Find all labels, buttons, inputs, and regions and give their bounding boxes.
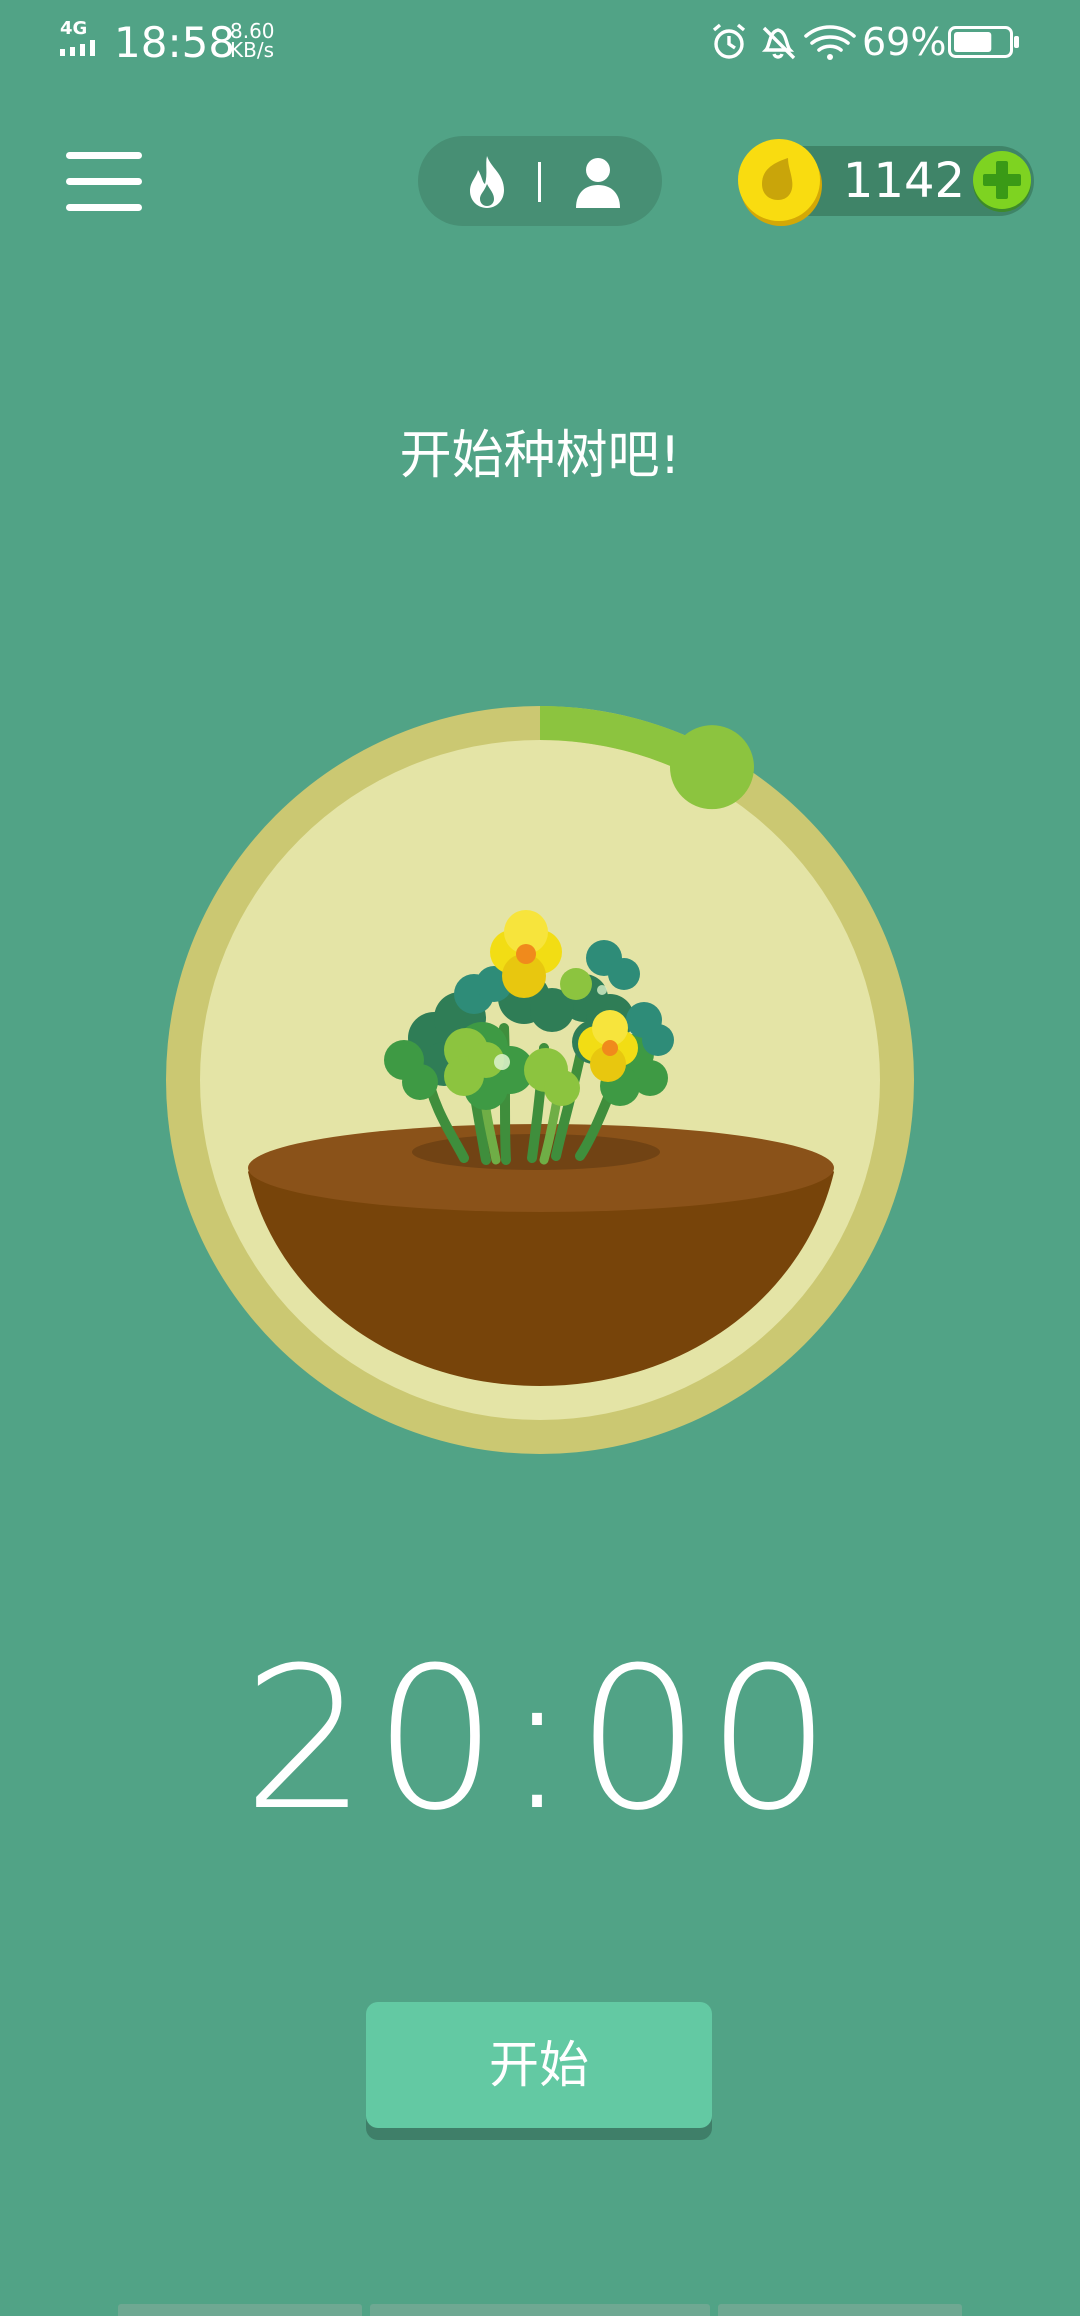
- bottom-tab[interactable]: [718, 2304, 962, 2316]
- tree-timer-dial[interactable]: [164, 698, 916, 1458]
- bottom-tab-strip: [118, 2304, 962, 2316]
- plant-prompt: 开始种树吧!: [399, 426, 681, 486]
- forest-app-screen: 4G 18:58 8.60 KB/s 69% 1142 开始种树吧! 20:00…: [0, 0, 1080, 2316]
- mute-icon: [761, 26, 796, 60]
- menu-line: [66, 204, 142, 211]
- network-type: 4G: [60, 18, 88, 39]
- timer-display[interactable]: 20:00: [0, 1630, 1080, 1850]
- network-speed: 8.60 KB/s: [230, 21, 275, 62]
- menu-line: [66, 152, 142, 159]
- menu-line: [66, 178, 142, 185]
- menu-button[interactable]: [62, 148, 146, 214]
- start-button[interactable]: 开始: [366, 2002, 712, 2128]
- signal-icon: [60, 40, 95, 56]
- plus-icon[interactable]: [972, 150, 1032, 212]
- network-speed-unit: KB/s: [230, 38, 274, 62]
- progress-knob[interactable]: [669, 725, 754, 810]
- battery-icon: [948, 26, 1019, 58]
- coin-icon: [738, 139, 822, 226]
- clock-time: 18:58: [114, 18, 236, 67]
- alarm-icon: [712, 23, 746, 59]
- battery-percent: 69%: [862, 20, 947, 64]
- fire-icon[interactable]: [458, 154, 516, 210]
- mode-divider: [538, 162, 541, 202]
- bottom-tab[interactable]: [370, 2304, 710, 2316]
- person-icon[interactable]: [570, 154, 626, 210]
- status-icons: [712, 23, 856, 60]
- status-bar: 4G 18:58 8.60 KB/s 69%: [0, 0, 1080, 84]
- bottom-tab[interactable]: [118, 2304, 362, 2316]
- coin-count: 1142: [842, 153, 966, 209]
- mode-toggle: [418, 136, 662, 226]
- wifi-icon: [804, 25, 856, 60]
